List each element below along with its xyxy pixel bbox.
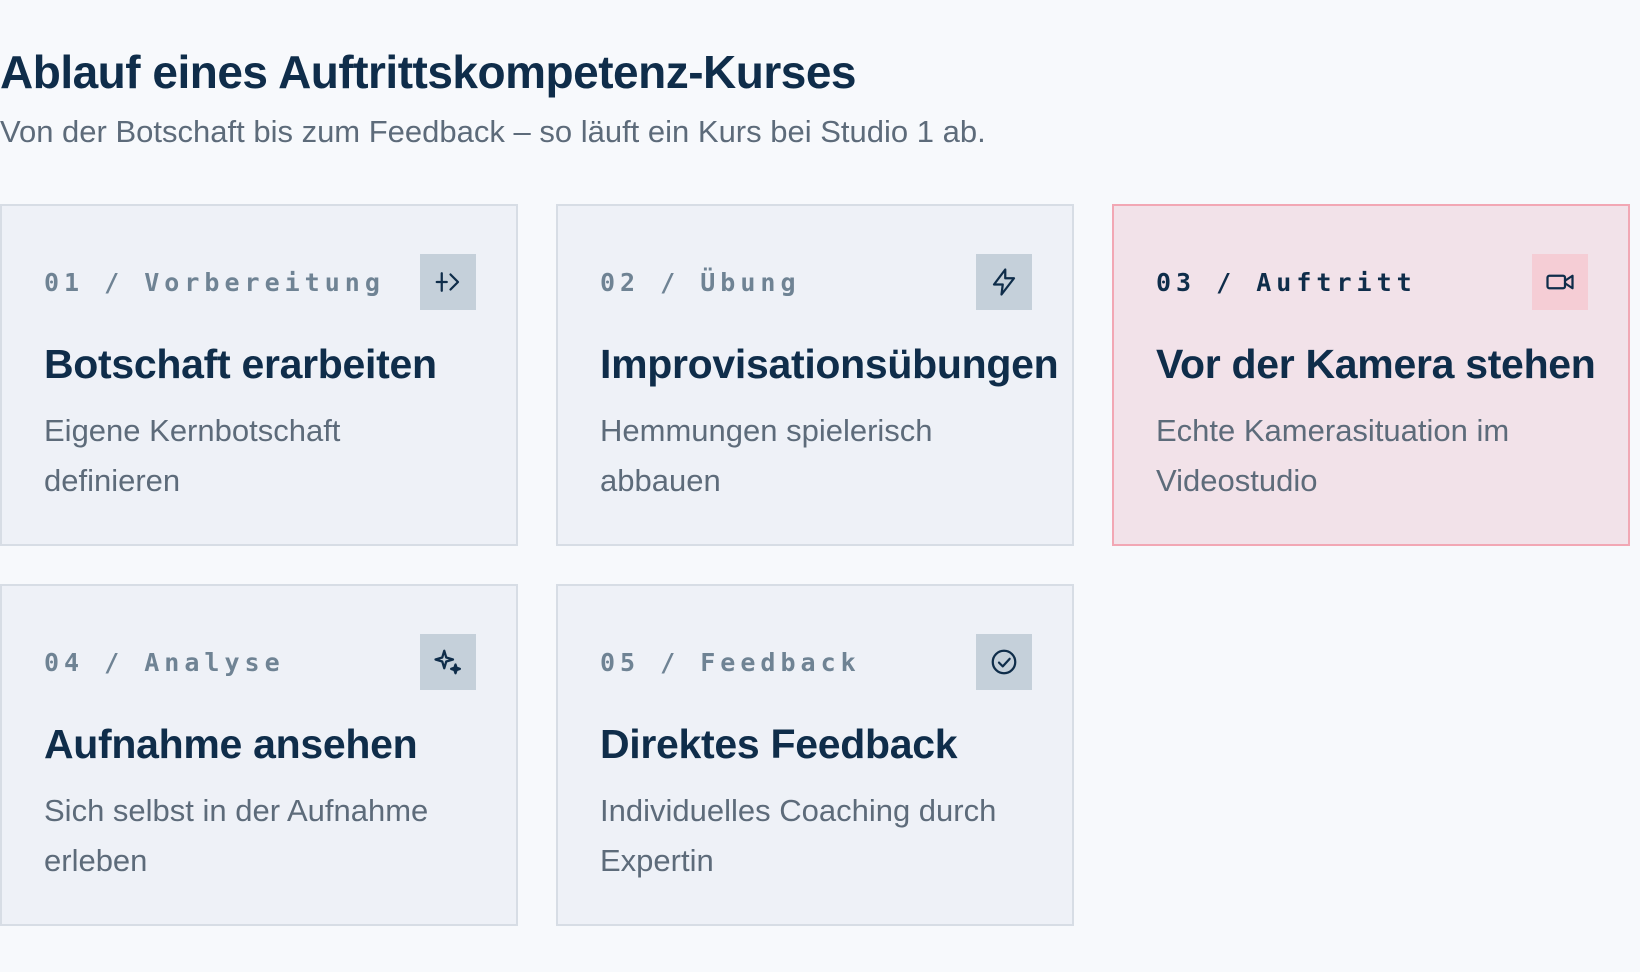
step-card-3: 03 / Auftritt Vor der Kamera stehen Echt… bbox=[1112, 204, 1630, 546]
step-title: Botschaft erarbeiten bbox=[44, 341, 437, 387]
step-label: 05 / Feedback bbox=[600, 648, 861, 677]
step-title: Direktes Feedback bbox=[600, 721, 958, 767]
step-label: 01 / Vorbereitung bbox=[44, 268, 385, 297]
step-title: Vor der Kamera stehen bbox=[1156, 341, 1596, 387]
step-description: Hemmungen spielerisch abbauen bbox=[600, 413, 933, 498]
step-label: 03 / Auftritt bbox=[1156, 268, 1417, 297]
lightning-icon bbox=[976, 254, 1032, 310]
step-label: 02 / Übung bbox=[600, 268, 801, 297]
step-description: Echte Kamerasituation im Videostudio bbox=[1156, 413, 1510, 498]
step-card-5: 05 / Feedback Direktes Feedback Individu… bbox=[556, 584, 1074, 926]
step-description: Eigene Kernbotschaft definieren bbox=[44, 413, 341, 498]
step-card-2: 02 / Übung Improvisationsübungen Hemmung… bbox=[556, 204, 1074, 546]
step-description: Sich selbst in der Aufnahme erleben bbox=[44, 793, 429, 878]
step-label: 04 / Analyse bbox=[44, 648, 285, 677]
step-title: Aufnahme ansehen bbox=[44, 721, 418, 767]
arrow-into-bracket-icon bbox=[420, 254, 476, 310]
course-flow-section: Ablauf eines Auftrittskompetenz-Kurses V… bbox=[0, 0, 1640, 972]
step-title: Improvisationsübungen bbox=[600, 341, 1059, 387]
video-camera-icon bbox=[1532, 254, 1588, 310]
check-circle-icon bbox=[976, 634, 1032, 690]
step-card-4: 04 / Analyse Aufnahme ansehen Sich selbs… bbox=[0, 584, 518, 926]
sparkles-icon bbox=[420, 634, 476, 690]
step-card-1: 01 / Vorbereitung Botschaft erarbeiten E… bbox=[0, 204, 518, 546]
step-description: Individuelles Coaching durch Expertin bbox=[600, 793, 997, 878]
page-title: Ablauf eines Auftrittskompetenz-Kurses bbox=[0, 46, 857, 98]
page-subtitle: Von der Botschaft bis zum Feedback – so … bbox=[0, 114, 986, 149]
